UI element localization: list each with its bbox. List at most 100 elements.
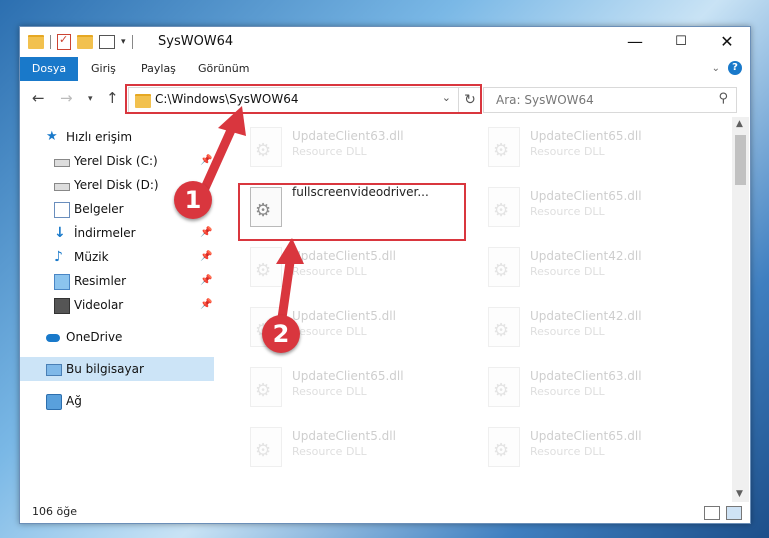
- gear-icon: ⚙: [493, 440, 510, 461]
- new-folder-icon[interactable]: [77, 35, 93, 49]
- file-item[interactable]: ⚙ UpdateClient42.dll Resource DLL: [480, 301, 710, 357]
- minimize-button[interactable]: —: [612, 27, 658, 57]
- nav-item-downloads[interactable]: ↓ İndirmeler 📌: [20, 221, 214, 245]
- help-icon[interactable]: ?: [728, 61, 742, 75]
- file-type: Resource DLL: [292, 325, 367, 338]
- drive-icon: [54, 183, 70, 191]
- dll-file-icon: ⚙: [250, 127, 282, 167]
- pin-icon[interactable]: 📌: [200, 149, 212, 173]
- maximize-button[interactable]: ☐: [658, 27, 704, 57]
- file-type: Resource DLL: [292, 145, 367, 158]
- file-name: UpdateClient5.dll: [292, 429, 396, 443]
- dll-file-icon: ⚙: [488, 427, 520, 467]
- file-type: Resource DLL: [530, 205, 605, 218]
- pictures-icon: [54, 274, 70, 290]
- file-item[interactable]: ⚙ UpdateClient5.dll Resource DLL: [242, 421, 472, 477]
- back-arrow-icon[interactable]: ←: [32, 89, 45, 107]
- file-type: Resource DLL: [530, 265, 605, 278]
- up-arrow-icon[interactable]: ↑: [106, 89, 119, 107]
- tab-share[interactable]: Paylaş: [141, 57, 176, 81]
- scroll-thumb[interactable]: [735, 135, 746, 185]
- nav-item-music[interactable]: ♪ Müzik 📌: [20, 245, 214, 269]
- forward-arrow-icon[interactable]: →: [60, 89, 73, 107]
- dll-file-icon: ⚙: [488, 367, 520, 407]
- file-name: UpdateClient42.dll: [530, 249, 642, 263]
- nav-item-local-disk-c[interactable]: Yerel Disk (C:) 📌: [20, 149, 214, 173]
- window-title: SysWOW64: [158, 34, 234, 49]
- file-item[interactable]: ⚙ UpdateClient63.dll Resource DLL: [242, 121, 472, 177]
- item-count: 106 öğe: [32, 505, 77, 518]
- pin-icon[interactable]: 📌: [200, 269, 212, 293]
- computer-icon: [46, 364, 62, 376]
- chevron-down-icon[interactable]: ⌄: [712, 63, 720, 74]
- nav-label: İndirmeler: [74, 226, 136, 240]
- file-type: Resource DLL: [530, 145, 605, 158]
- status-bar: 106 öğe: [20, 502, 750, 523]
- file-item[interactable]: ⚙ UpdateClient65.dll Resource DLL: [480, 421, 710, 477]
- nav-item-network[interactable]: Ağ: [20, 389, 214, 413]
- file-item[interactable]: ⚙ UpdateClient65.dll Resource DLL: [480, 181, 710, 237]
- nav-item-this-pc[interactable]: Bu bilgisayar: [20, 357, 214, 381]
- nav-item-pictures[interactable]: Resimler 📌: [20, 269, 214, 293]
- pin-icon[interactable]: 📌: [200, 245, 212, 269]
- details-view-icon[interactable]: [704, 506, 720, 520]
- step-2-badge: 2: [262, 315, 300, 353]
- cloud-icon: [46, 334, 60, 342]
- file-item[interactable]: ⚙ UpdateClient63.dll Resource DLL: [480, 361, 710, 417]
- tab-view[interactable]: Görünüm: [198, 57, 249, 81]
- gear-icon: ⚙: [255, 440, 272, 461]
- file-type: Resource DLL: [292, 385, 367, 398]
- address-row: ← → ▾ ↑ C:\Windows\SysWOW64 ⌄ ↻ Ara: Sys…: [20, 81, 750, 117]
- dll-file-icon: ⚙: [488, 187, 520, 227]
- customize-icon[interactable]: [99, 35, 115, 49]
- tab-file[interactable]: Dosya: [20, 57, 78, 81]
- navigation-pane: ★ Hızlı erişim Yerel Disk (C:) 📌 Yerel D…: [20, 117, 214, 502]
- gear-icon: ⚙: [493, 380, 510, 401]
- videos-icon: [54, 298, 70, 314]
- nav-item-quick-access[interactable]: ★ Hızlı erişim: [20, 125, 214, 149]
- address-highlight-box: [125, 84, 482, 114]
- recent-locations-icon[interactable]: ▾: [88, 94, 93, 104]
- close-button[interactable]: ✕: [704, 27, 750, 57]
- search-input[interactable]: Ara: SysWOW64: [496, 93, 594, 107]
- nav-label: Müzik: [74, 250, 109, 264]
- toolbar-divider: [50, 35, 51, 49]
- dll-file-icon: ⚙: [250, 247, 282, 287]
- file-item[interactable]: ⚙ UpdateClient65.dll Resource DLL: [242, 361, 472, 417]
- gear-icon: ⚙: [493, 260, 510, 281]
- scroll-down-icon[interactable]: ▼: [736, 489, 743, 499]
- dll-file-icon: ⚙: [250, 427, 282, 467]
- nav-item-onedrive[interactable]: OneDrive: [20, 325, 214, 349]
- nav-label: OneDrive: [66, 330, 123, 344]
- dll-file-icon: ⚙: [488, 127, 520, 167]
- scroll-up-icon[interactable]: ▲: [736, 119, 743, 129]
- quick-access-toolbar: ▾: [28, 33, 133, 50]
- file-name: UpdateClient5.dll: [292, 309, 396, 323]
- ribbon-controls: ⌄ ?: [712, 61, 742, 75]
- file-item[interactable]: ⚙ UpdateClient5.dll Resource DLL: [242, 241, 472, 297]
- qat-dropdown-icon[interactable]: ▾: [121, 37, 126, 47]
- dll-file-icon: ⚙: [488, 247, 520, 287]
- file-name: UpdateClient65.dll: [530, 189, 642, 203]
- search-icon[interactable]: ⚲: [718, 91, 728, 106]
- nav-item-videos[interactable]: Videolar 📌: [20, 293, 214, 317]
- search-box[interactable]: Ara: SysWOW64 ⚲: [483, 87, 737, 113]
- title-bar: ▾ SysWOW64 — ☐ ✕: [20, 27, 750, 57]
- tab-home[interactable]: Giriş: [91, 57, 116, 81]
- file-type: Resource DLL: [530, 445, 605, 458]
- file-item[interactable]: ⚙ UpdateClient65.dll Resource DLL: [480, 121, 710, 177]
- file-list: ⚙ UpdateClient63.dll Resource DLL ⚙ Upda…: [214, 117, 732, 502]
- vertical-scrollbar[interactable]: ▲ ▼: [732, 117, 749, 502]
- file-type: Resource DLL: [292, 445, 367, 458]
- tiles-view-icon[interactable]: [726, 506, 742, 520]
- folder-icon: [28, 35, 44, 49]
- file-name: UpdateClient65.dll: [292, 369, 404, 383]
- file-item[interactable]: ⚙ UpdateClient42.dll Resource DLL: [480, 241, 710, 297]
- file-name: UpdateClient5.dll: [292, 249, 396, 263]
- pin-icon[interactable]: 📌: [200, 293, 212, 317]
- ribbon-tabs: Dosya Giriş Paylaş Görünüm ⌄ ?: [20, 57, 750, 81]
- pin-icon[interactable]: 📌: [200, 221, 212, 245]
- nav-label: Ağ: [66, 394, 82, 408]
- properties-check-icon[interactable]: [57, 33, 71, 50]
- nav-label: Yerel Disk (C:): [74, 154, 158, 168]
